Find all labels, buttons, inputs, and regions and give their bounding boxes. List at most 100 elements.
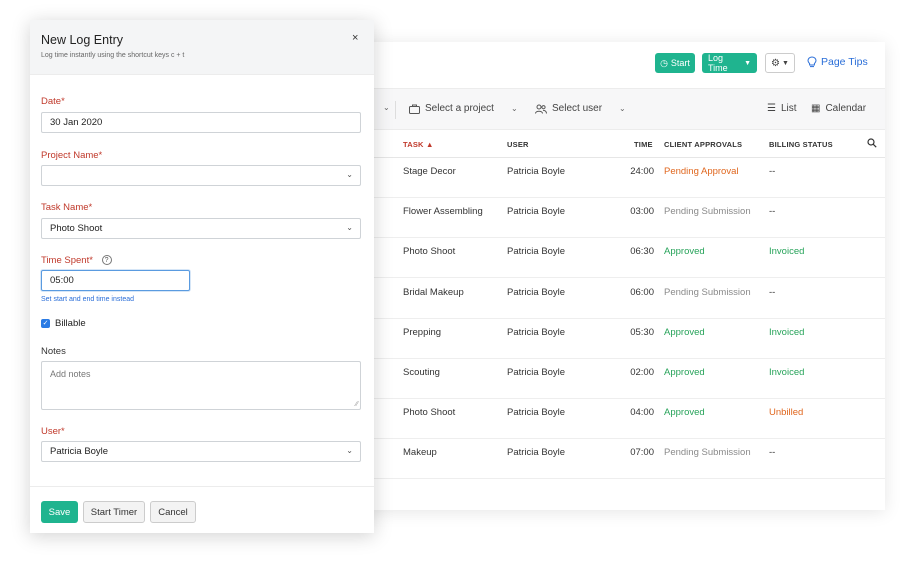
task-cell: Scouting [403, 367, 440, 378]
log-time-button[interactable]: Log Time ▼ [702, 53, 757, 73]
table-row[interactable]: Scouting Patricia Boyle 02:00 Approved Invoi… [343, 359, 885, 399]
billable-checkbox[interactable]: ✓ [41, 319, 50, 328]
time-cell: 07:00 [630, 447, 654, 459]
new-log-entry-dialog: New Log Entry Log time instantly using t… [30, 20, 374, 533]
dialog-footer: Save Start Timer Cancel [30, 486, 374, 533]
task-cell: Prepping [403, 326, 442, 338]
project-name-select[interactable]: ⌄ [41, 165, 361, 186]
chevron-down-icon: ⌄ [346, 223, 353, 232]
table-row[interactable]: Prepping Patricia Boyle 05:30 Approved Invoi… [343, 319, 885, 359]
user-cell: Patricia Boyle [507, 246, 566, 258]
user-cell: Patricia Boyle [507, 286, 566, 298]
project-name-label: Project Name* [41, 150, 103, 161]
cancel-button[interactable]: Cancel [150, 501, 196, 523]
user-cell: Patricia Boyle [507, 326, 566, 338]
briefcase-icon [409, 104, 420, 114]
billing-status-cell: Invoiced [769, 326, 805, 338]
time-cell: 24:00 [630, 166, 654, 177]
clock-icon: ◷ [660, 57, 668, 68]
approval-status-cell: Approved [664, 367, 705, 378]
dialog-header: New Log Entry Log time instantly using t… [30, 20, 374, 75]
notes-label: Notes [41, 346, 66, 357]
close-icon[interactable]: × [352, 32, 358, 44]
toolbar: ◷ Start Log Time ▼ ⚙ ▼ Page Tips [343, 42, 885, 88]
time-cell: 06:00 [630, 286, 654, 298]
table-row[interactable]: Bridal Makeup Patricia Boyle 06:00 Pending … [343, 279, 885, 319]
task-cell: Bridal Makeup [403, 286, 464, 298]
approval-status-cell: Pending Submission [664, 206, 751, 218]
approval-status-cell: Pending Submission [664, 286, 751, 298]
table-header: TASK ▲ USER TIME CLIENT APPROVALS BILLIN… [343, 130, 885, 158]
chevron-down-icon: ⌄ [346, 170, 353, 179]
task-cell: Stage Decor [403, 166, 456, 177]
user-filter[interactable]: Select user ⌄ [535, 103, 626, 114]
table-row[interactable]: Stage Decor Patricia Boyle 24:00 Pending Ap… [343, 158, 885, 198]
table-row[interactable]: Makeup Patricia Boyle 07:00 Pending Submiss… [343, 439, 885, 480]
sort-up-icon: ▲ [425, 140, 434, 149]
column-header-user[interactable]: USER [507, 140, 529, 149]
table-row[interactable]: Photo Shoot Patricia Boyle 04:00 Approved Un… [343, 399, 885, 440]
approval-status-cell: Pending Approval [664, 166, 739, 177]
user-cell: Patricia Boyle [507, 407, 566, 419]
billing-status-cell: Invoiced [769, 367, 805, 378]
billing-status-cell: Unbilled [769, 407, 804, 419]
billing-status-cell: -- [769, 166, 776, 177]
billable-checkbox-row[interactable]: ✓ Billable [41, 318, 86, 329]
dialog-subtitle: Log time instantly using the shortcut ke… [41, 52, 185, 59]
task-name-select[interactable]: Photo Shoot ⌄ [41, 218, 361, 239]
caret-down-icon: ▼ [782, 59, 789, 67]
list-view-toggle[interactable]: ☰ List [767, 103, 797, 114]
task-cell: Photo Shoot [403, 407, 456, 419]
user-cell: Patricia Boyle [507, 206, 566, 218]
table-row[interactable]: Flower Assembling Patricia Boyle 03:00 Pend… [343, 198, 885, 239]
column-header-billing-status[interactable]: BILLING STATUS [769, 140, 833, 149]
chevron-down-icon: ⌄ [619, 104, 626, 113]
billing-status-cell: Invoiced [769, 246, 805, 258]
user-cell: Patricia Boyle [507, 447, 566, 459]
column-header-task[interactable]: TASK ▲ [403, 140, 434, 149]
search-icon[interactable] [867, 138, 877, 148]
approval-status-cell: Approved [664, 246, 705, 258]
time-spent-label: Time Spent* ? [41, 255, 112, 266]
dialog-title: New Log Entry [41, 33, 123, 47]
calendar-icon: ▦ [811, 103, 821, 114]
user-select[interactable]: Patricia Boyle ⌄ [41, 441, 361, 462]
chevron-down-icon: ⌄ [510, 104, 518, 113]
task-name-label: Task Name* [41, 202, 93, 213]
time-cell: 02:00 [630, 367, 654, 378]
user-cell: Patricia Boyle [507, 166, 566, 177]
calendar-view-toggle[interactable]: ▦ Calendar [811, 103, 866, 114]
notes-textarea[interactable]: Add notes ∕∕ [41, 361, 361, 410]
user-cell: Patricia Boyle [507, 367, 566, 378]
approval-status-cell: Approved [664, 407, 705, 419]
task-cell: Makeup [403, 447, 437, 459]
set-start-end-time-link[interactable]: Set start and end time instead [41, 296, 134, 303]
divider [395, 101, 396, 119]
chevron-down-icon[interactable]: ⌄ [383, 103, 390, 112]
task-cell: Flower Assembling [403, 206, 483, 218]
user-label: User* [41, 426, 65, 437]
users-icon [535, 104, 547, 114]
approval-status-cell: Pending Submission [664, 447, 751, 459]
approval-status-cell: Approved [664, 326, 705, 338]
date-field[interactable]: 30 Jan 2020 [41, 112, 361, 133]
task-cell: Photo Shoot [403, 246, 456, 258]
settings-button[interactable]: ⚙ ▼ [765, 53, 795, 73]
column-header-time[interactable]: TIME [634, 140, 653, 149]
time-cell: 03:00 [630, 206, 654, 218]
time-spent-input[interactable]: 05:00 [41, 270, 190, 291]
project-filter[interactable]: Select a project ⌄ [409, 103, 518, 114]
resize-handle-icon[interactable]: ∕∕ [356, 401, 358, 408]
time-cell: 04:00 [630, 407, 654, 419]
save-button[interactable]: Save [41, 501, 78, 523]
billing-status-cell: -- [769, 206, 776, 218]
chevron-down-icon: ⌄ [346, 446, 353, 455]
start-timer-button[interactable]: Start Timer [83, 501, 145, 523]
date-label: Date* [41, 96, 65, 107]
list-icon: ☰ [767, 103, 776, 114]
table-row[interactable]: Photo Shoot Patricia Boyle 06:30 Approved In… [343, 238, 885, 279]
start-timer-button[interactable]: ◷ Start [655, 53, 695, 73]
page-tips-link[interactable]: Page Tips [807, 56, 868, 68]
column-header-client-approvals[interactable]: CLIENT APPROVALS [664, 140, 742, 149]
help-icon[interactable]: ? [101, 255, 112, 266]
